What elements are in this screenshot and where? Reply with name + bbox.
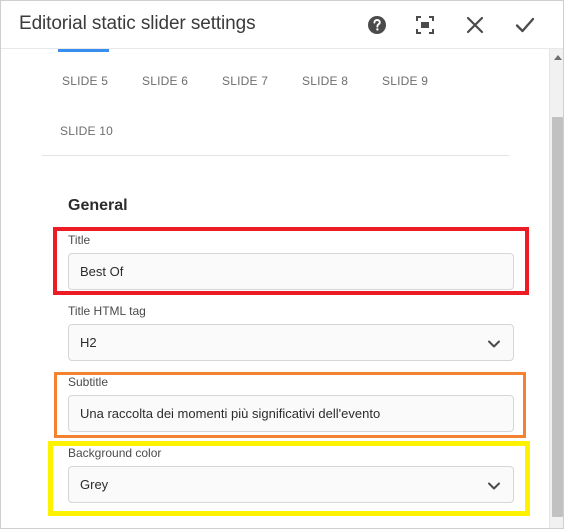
- section-heading: General: [68, 197, 128, 214]
- tab-slide-9[interactable]: SLIDE 9: [382, 74, 428, 88]
- settings-dialog: Editorial static slider settings SLIDE 5…: [0, 0, 564, 529]
- active-tab-indicator: [58, 49, 109, 52]
- dialog-title: Editorial static slider settings: [19, 13, 256, 34]
- tabs-divider: [42, 155, 509, 156]
- check-icon: [515, 16, 535, 34]
- fullscreen-icon: [415, 15, 435, 35]
- tab-slide-6[interactable]: SLIDE 6: [142, 74, 188, 88]
- help-icon: [367, 15, 387, 35]
- title-input[interactable]: Best Of: [68, 253, 514, 290]
- chevron-down-icon: [487, 479, 501, 493]
- help-button[interactable]: [363, 11, 391, 39]
- background-color-value: Grey: [80, 477, 109, 492]
- background-color-select[interactable]: Grey: [68, 466, 514, 503]
- background-color-label: Background color: [68, 446, 162, 460]
- tab-slide-7[interactable]: SLIDE 7: [222, 74, 268, 88]
- fullscreen-button[interactable]: [411, 11, 439, 39]
- dialog-header: Editorial static slider settings: [1, 1, 563, 49]
- subtitle-input-value: Una raccolta dei momenti più significati…: [80, 406, 381, 421]
- subtitle-input[interactable]: Una raccolta dei momenti più significati…: [68, 395, 514, 432]
- title-html-tag-label: Title HTML tag: [68, 304, 146, 318]
- chevron-down-icon: [487, 337, 501, 351]
- close-icon: [466, 16, 484, 34]
- close-button[interactable]: [461, 11, 489, 39]
- scrollbar-thumb[interactable]: [552, 117, 563, 517]
- title-input-value: Best Of: [80, 264, 124, 279]
- tab-slide-8[interactable]: SLIDE 8: [302, 74, 348, 88]
- tab-slide-10[interactable]: SLIDE 10: [60, 124, 113, 138]
- dialog-content: SLIDE 5 SLIDE 6 SLIDE 7 SLIDE 8 SLIDE 9 …: [1, 49, 549, 528]
- title-label: Title: [68, 233, 91, 247]
- subtitle-label: Subtitle: [68, 375, 109, 389]
- vertical-scrollbar[interactable]: [549, 49, 563, 528]
- done-button[interactable]: [511, 11, 539, 39]
- title-html-tag-select[interactable]: H2: [68, 324, 514, 361]
- title-html-tag-value: H2: [80, 335, 97, 350]
- tab-slide-5[interactable]: SLIDE 5: [62, 74, 108, 88]
- scroll-up-arrow-icon[interactable]: [554, 55, 562, 60]
